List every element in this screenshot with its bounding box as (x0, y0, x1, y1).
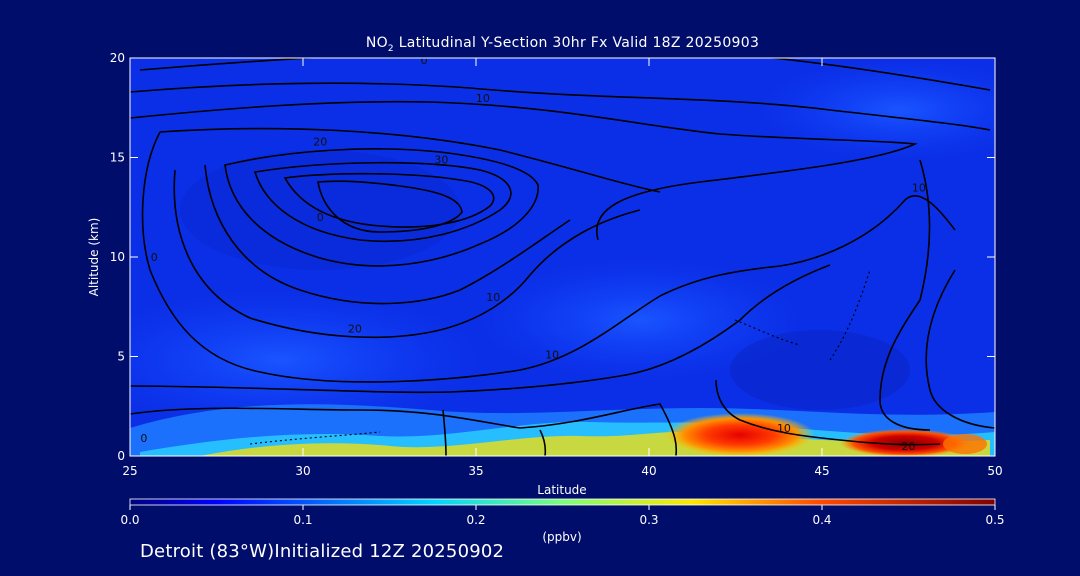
x-tick-label: 40 (641, 464, 656, 478)
contour-label: 20 (313, 136, 327, 149)
y-tick-label: 20 (110, 51, 125, 65)
contour-label: 10 (486, 291, 500, 304)
footer-caption: Detroit (83°W)Initialized 12Z 20250902 (140, 541, 505, 562)
x-tick-label: 25 (122, 464, 137, 478)
x-tick-label: 45 (814, 464, 829, 478)
colorbar-tick-label: 0.1 (293, 513, 312, 527)
contour-label: 0 (421, 54, 428, 67)
plot-area: 0 10 20 30 0 0 20 10 10 10 10 0 20 (130, 54, 995, 456)
contour-label: 30 (434, 153, 448, 166)
colorbar-tick-label: 0.3 (639, 513, 658, 527)
cross-section-chart: 0 10 20 30 0 0 20 10 10 10 10 0 20 25 30 35 40 45 50 0 5 10… (87, 51, 1005, 544)
contour-label: 20 (348, 323, 362, 336)
y-axis-label: Altitude (km) (87, 218, 101, 297)
y-tick-label: 10 (110, 250, 125, 264)
contour-label: 0 (151, 251, 158, 264)
colorbar-tick-label: 0.4 (812, 513, 831, 527)
contour-label: 20 (902, 440, 916, 453)
colorbar-tick-label: 0.5 (985, 513, 1004, 527)
colorbar-gradient (130, 499, 995, 505)
colorbar-tick-label: 0.0 (120, 513, 139, 527)
contour-label: 10 (545, 349, 559, 362)
x-tick-label: 30 (295, 464, 310, 478)
hotspot (943, 434, 987, 454)
colorbar: 0.0 0.1 0.2 0.3 0.4 0.5 (ppbv) (120, 498, 1005, 544)
colorbar-label: (ppbv) (542, 530, 581, 544)
contour-label: 10 (476, 92, 490, 105)
y-tick-label: 15 (110, 151, 125, 165)
contour-label: 10 (912, 181, 926, 194)
y-tick-label: 5 (117, 350, 125, 364)
y-tick-label: 0 (117, 449, 125, 463)
field-patch (730, 330, 910, 410)
colorbar-tick-label: 0.2 (466, 513, 485, 527)
x-axis-label: Latitude (537, 483, 586, 497)
contour-label: 0 (317, 211, 324, 224)
x-tick-label: 50 (987, 464, 1002, 478)
x-tick-label: 35 (468, 464, 483, 478)
contour-label: 0 (140, 432, 147, 445)
contour-label: 10 (777, 422, 791, 435)
